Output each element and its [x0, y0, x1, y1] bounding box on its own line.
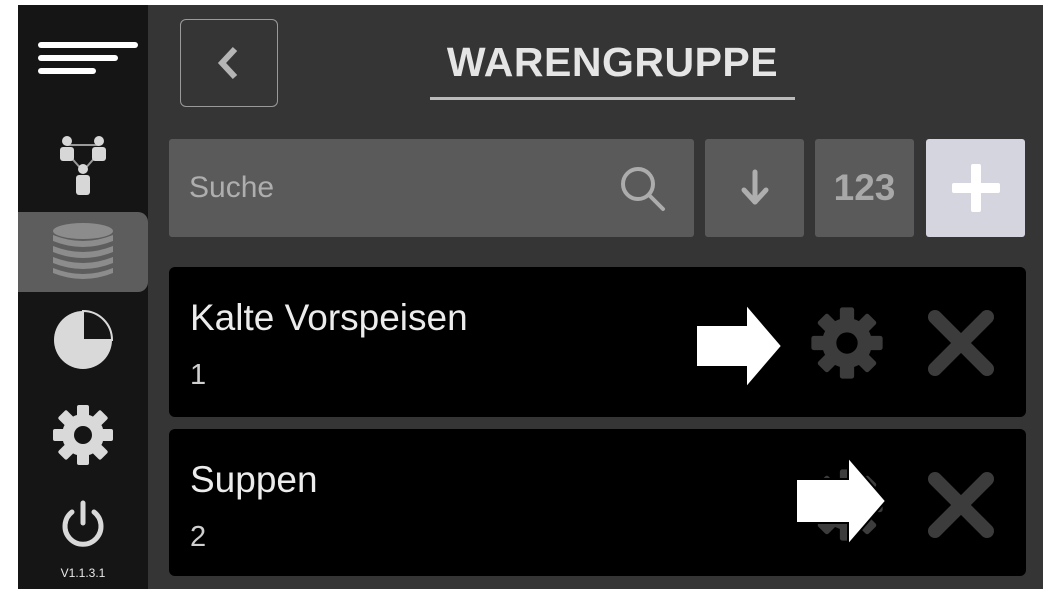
plus-icon [951, 164, 1000, 212]
sidebar: V1.1.3.1 [18, 5, 148, 589]
item-delete-icon[interactable] [925, 307, 997, 379]
chevron-left-icon [217, 46, 238, 80]
list-item[interactable]: Suppen 2 [169, 429, 1026, 576]
item-delete-icon[interactable] [925, 469, 997, 541]
arrow-right-icon [795, 455, 888, 547]
sort-button[interactable] [705, 139, 804, 237]
search-input[interactable] [169, 139, 589, 237]
arrow-down-icon [741, 169, 768, 205]
numeric-label: 123 [833, 167, 896, 208]
arrow-right-icon [695, 302, 784, 390]
title-underline [430, 97, 795, 100]
users-network-icon[interactable] [18, 133, 148, 199]
power-icon[interactable] [18, 497, 148, 553]
numeric-sort-button[interactable]: 123 [815, 139, 914, 237]
item-settings-icon[interactable] [809, 305, 885, 381]
menu-icon[interactable] [38, 42, 138, 87]
database-icon[interactable] [18, 219, 148, 285]
item-name: Suppen [190, 459, 318, 500]
item-name: Kalte Vorspeisen [190, 297, 468, 338]
gear-icon[interactable] [18, 400, 148, 470]
app-frame: V1.1.3.1 WARENGRUPPE 123 K [18, 5, 1043, 589]
pie-chart-icon[interactable] [18, 307, 148, 373]
search-icon[interactable] [589, 139, 694, 237]
item-number: 1 [190, 359, 207, 391]
item-number: 2 [190, 521, 207, 553]
add-button[interactable] [926, 139, 1025, 237]
version-label: V1.1.3.1 [60, 566, 106, 580]
back-button[interactable] [180, 19, 278, 107]
list-item[interactable]: Kalte Vorspeisen 1 [169, 267, 1026, 417]
page-title: WARENGRUPPE [446, 39, 779, 85]
search-box [169, 139, 694, 237]
